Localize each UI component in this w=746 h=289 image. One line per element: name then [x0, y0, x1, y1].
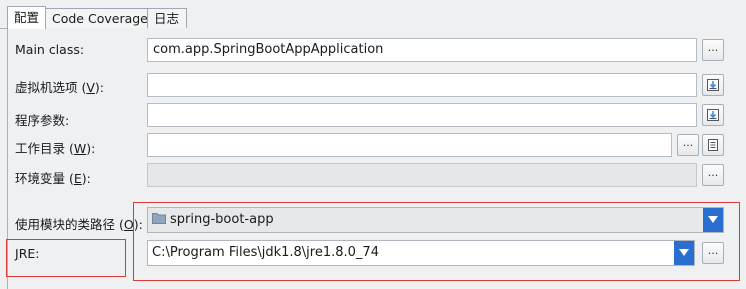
tab-config[interactable]: 配置: [7, 6, 46, 29]
working-dir-label-text: 工作目录 (: [15, 141, 74, 156]
working-dir-browse-button[interactable]: ...: [677, 134, 699, 156]
main-class-label: Main class:: [15, 42, 85, 57]
env-vars-field[interactable]: [147, 163, 697, 187]
vm-options-field[interactable]: [147, 73, 697, 97]
vm-options-label-text: 虚拟机选项 (: [15, 80, 87, 95]
env-vars-label: 环境变量 (E):: [15, 168, 91, 187]
env-vars-label-suffix: ):: [81, 171, 91, 186]
env-vars-browse-button[interactable]: ...: [702, 164, 724, 186]
working-dir-mnemonic: W: [73, 141, 87, 156]
document-icon: [708, 139, 718, 151]
working-dir-label: 工作目录 (W):: [15, 138, 95, 157]
tab-strip: 配置 Code Coverage 日志: [0, 0, 746, 29]
tab-code-coverage[interactable]: Code Coverage: [45, 8, 148, 29]
tab-log[interactable]: 日志: [147, 8, 187, 29]
vm-options-mnemonic: V: [86, 80, 95, 95]
program-args-field[interactable]: [147, 103, 697, 127]
env-vars-label-text: 环境变量 (: [15, 171, 74, 186]
vm-options-label-suffix: ):: [94, 80, 105, 95]
jre-label-highlight: [6, 239, 126, 277]
program-args-label: 程序参数:: [15, 113, 70, 128]
vm-options-label: 虚拟机选项 (V):: [15, 77, 104, 96]
insert-macro-icon: [707, 79, 719, 91]
main-class-browse-button[interactable]: ...: [702, 39, 724, 61]
working-dir-label-suffix: ):: [86, 141, 96, 156]
program-args-expand-button[interactable]: [702, 104, 724, 126]
insert-macro-icon: [707, 109, 719, 121]
module-classpath-label-text: 使用模块的类路径 (: [15, 217, 124, 232]
env-vars-mnemonic: E: [73, 171, 82, 186]
classpath-jre-highlight: [133, 202, 740, 281]
module-classpath-label: 使用模块的类路径 (O):: [15, 214, 143, 233]
main-class-field[interactable]: com.app.SpringBootAppApplication: [147, 38, 697, 62]
vm-options-expand-button[interactable]: [702, 74, 724, 96]
working-dir-macro-button[interactable]: [702, 134, 724, 156]
working-dir-field[interactable]: [147, 133, 672, 157]
